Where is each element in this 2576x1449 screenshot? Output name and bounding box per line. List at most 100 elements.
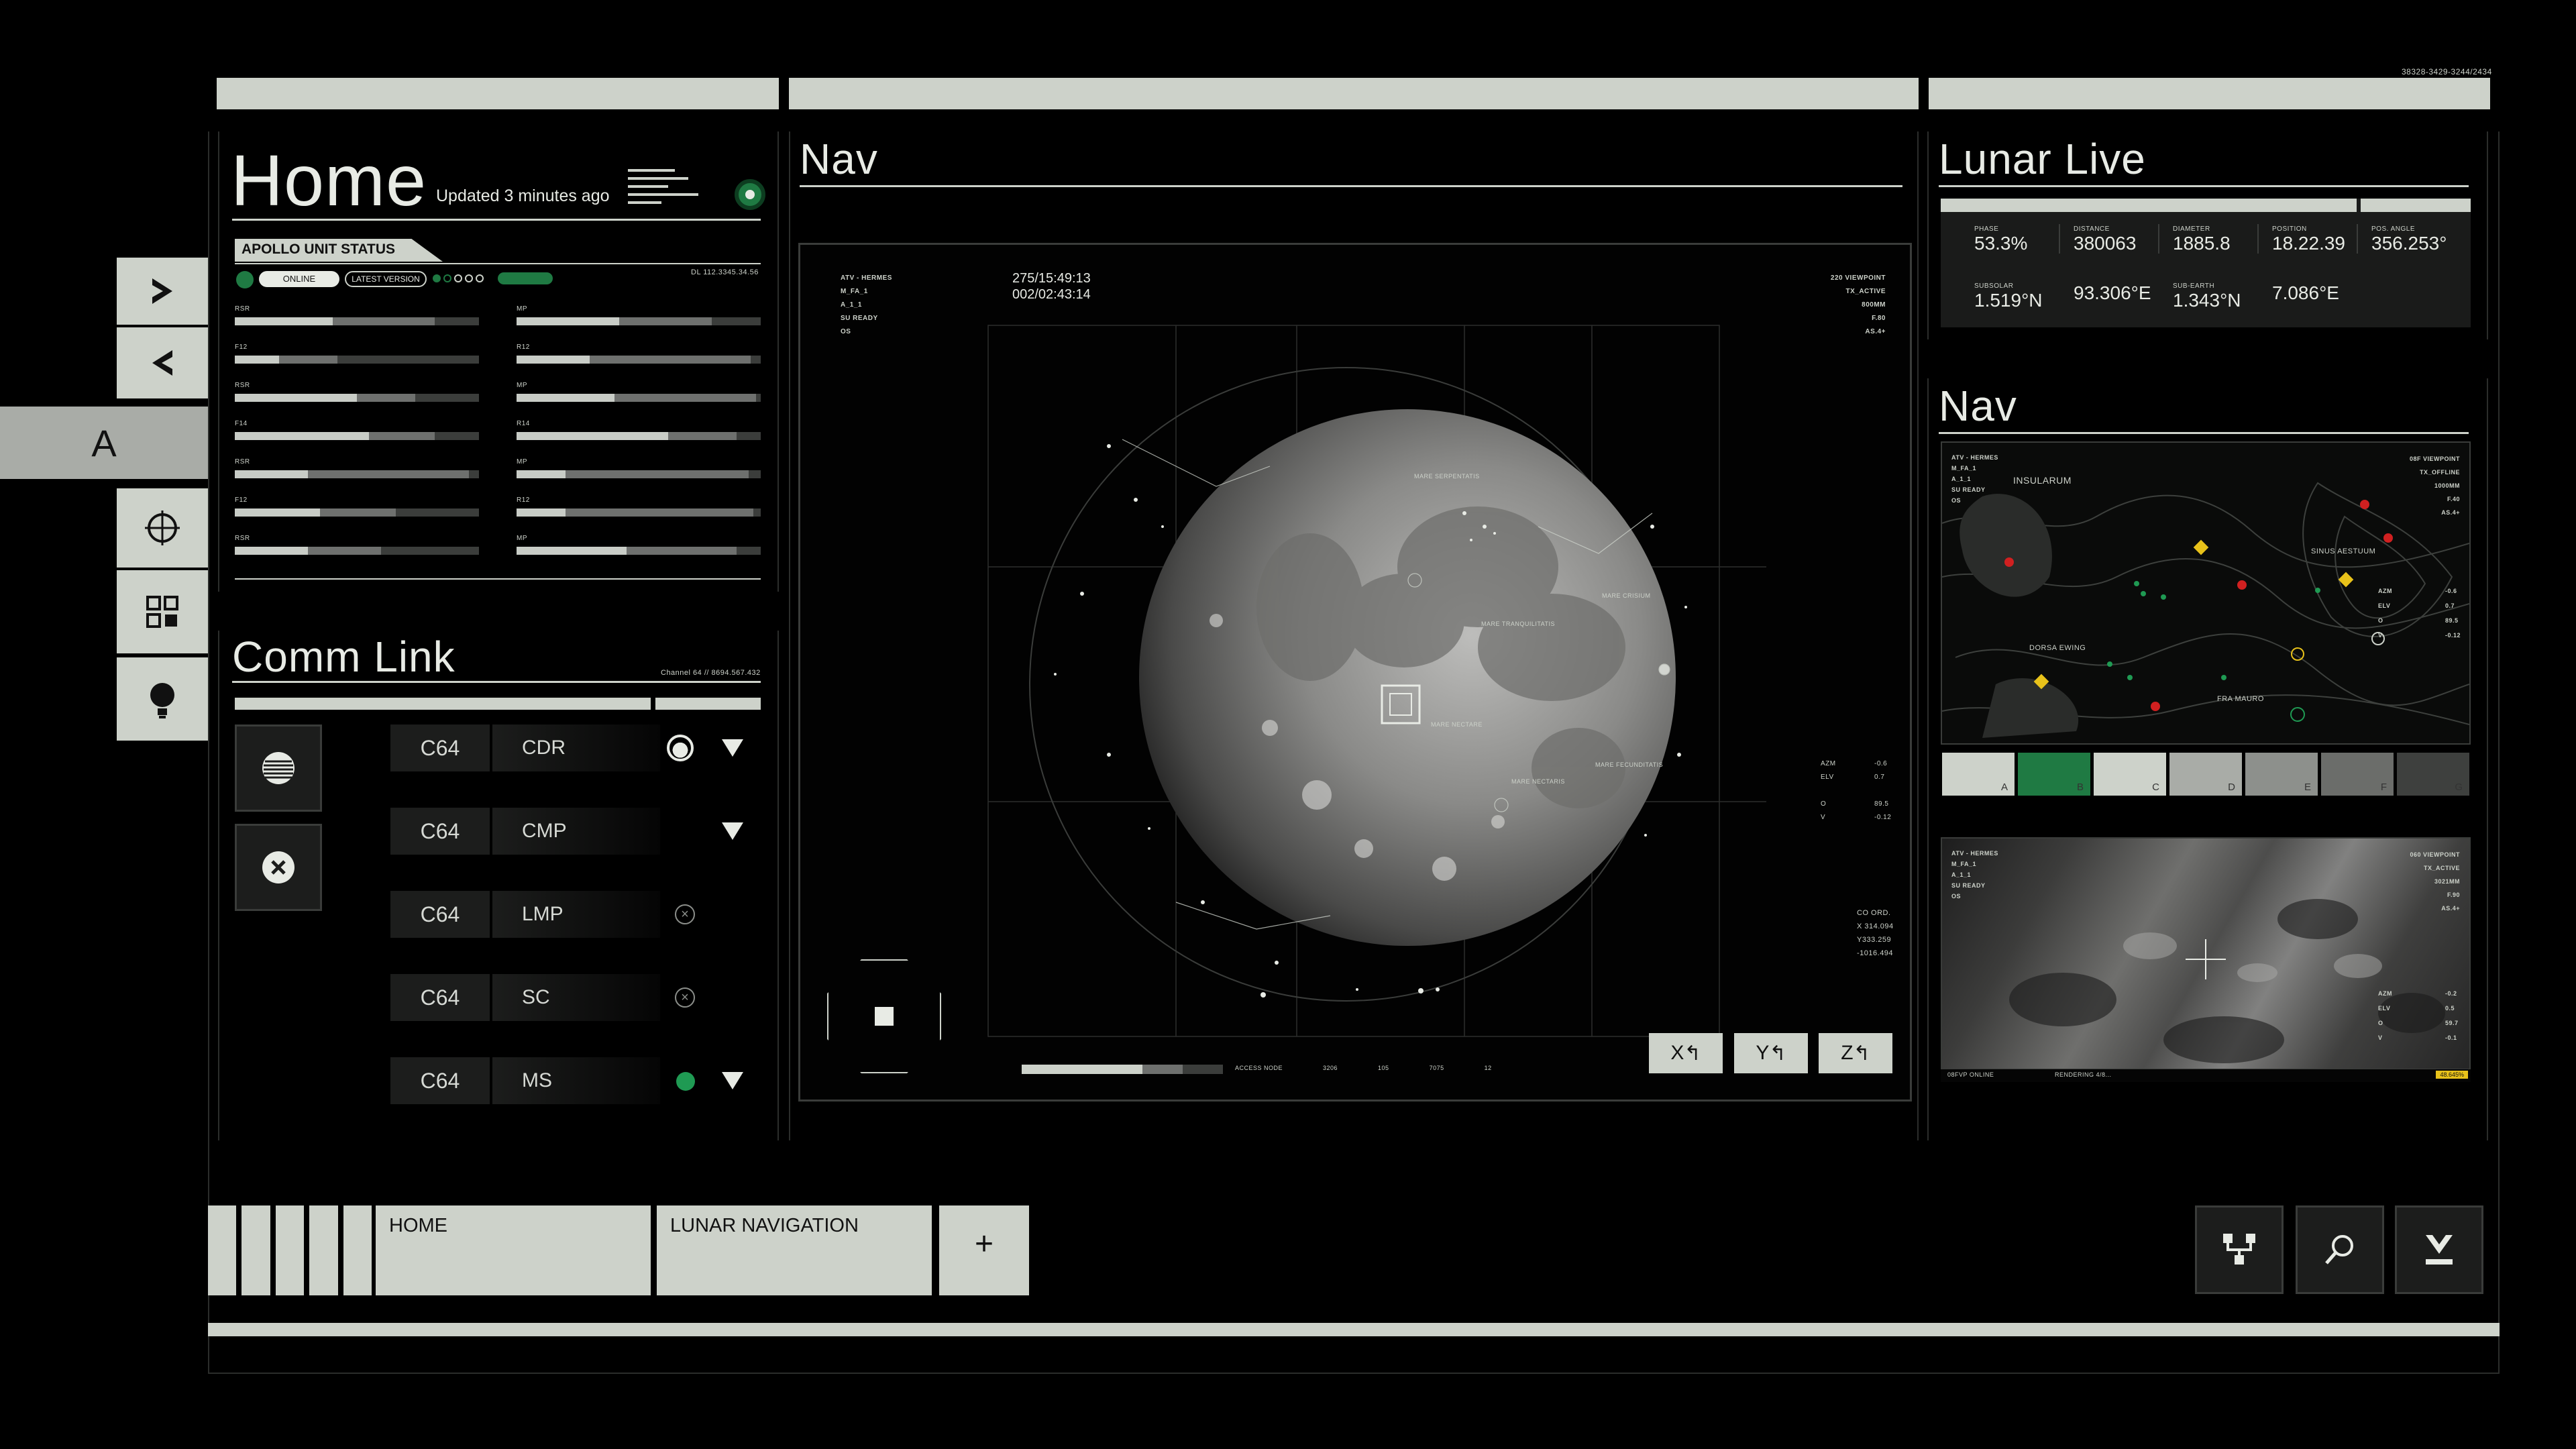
grid-button[interactable] xyxy=(117,570,208,653)
comm-role: SC xyxy=(492,974,660,1021)
status-bar-label: RSR xyxy=(235,535,250,542)
comm-title: Comm Link xyxy=(232,633,455,681)
light-button[interactable] xyxy=(117,657,208,741)
network-icon xyxy=(2223,1234,2255,1265)
chip-latest-text: LATEST VERSION xyxy=(352,274,420,284)
comm-row[interactable]: C64 CMP xyxy=(390,808,766,855)
azm-label: O xyxy=(1821,800,1827,808)
comm-row[interactable]: C64 CDR xyxy=(390,724,766,771)
camera-view[interactable]: ATV - HERMES M_FA_1 A_1_1 SU READY OS 06… xyxy=(1941,837,2471,1081)
camera-info-line: AS.4+ xyxy=(2441,905,2460,912)
moon-label: MARE NECTARE xyxy=(1431,721,1483,728)
sidebar-letter: A xyxy=(91,421,117,464)
color-swatch[interactable]: F xyxy=(2321,753,2394,796)
map-right-info: 08F VIEWPOINT TX_OFFLINE 1000MM F.40 AS.… xyxy=(2410,452,2460,519)
comm-row[interactable]: C64 SC × xyxy=(390,974,766,1021)
stat-value: 18.22.39 xyxy=(2272,233,2345,254)
comm-role: CMP xyxy=(492,808,660,855)
status-bar-segment xyxy=(626,547,737,555)
status-bar-label: R12 xyxy=(517,496,530,504)
search-button[interactable] xyxy=(2296,1205,2384,1294)
nav-small-rule xyxy=(1939,432,2469,434)
stop-button[interactable] xyxy=(827,959,941,1073)
tab-lunar-label: LUNAR NAVIGATION xyxy=(670,1215,859,1236)
bulb-icon xyxy=(150,683,174,718)
moon-graphic xyxy=(987,325,1766,1037)
stat-divider xyxy=(2257,224,2259,254)
target-button[interactable] xyxy=(117,488,208,568)
forward-button[interactable] xyxy=(117,258,208,325)
axis-x-button[interactable]: X ↰ xyxy=(1649,1033,1723,1073)
color-swatch[interactable]: G xyxy=(2397,753,2469,796)
dropdown-icon[interactable] xyxy=(722,739,743,757)
camera-left-info: ATV - HERMES M_FA_1 A_1_1 SU READY OS xyxy=(1951,848,1998,902)
comm-row[interactable]: C64 LMP × xyxy=(390,891,766,938)
add-tab-button[interactable]: + xyxy=(939,1205,1029,1295)
moon-label: MARE TRANQUILITATIS xyxy=(1481,621,1556,627)
lunar-stat: DIAMETER 1885.8 xyxy=(2173,225,2231,254)
azm-label: ELV xyxy=(1821,773,1834,781)
map-label: DORSA EWING xyxy=(2029,644,2086,652)
disconnected-icon[interactable]: × xyxy=(675,987,695,1008)
moon-label: MARE CRISIUM xyxy=(1602,592,1651,599)
status-bar-fill xyxy=(517,470,566,478)
download-button[interactable] xyxy=(2395,1205,2483,1294)
status-bar-fill xyxy=(235,547,309,555)
map-azm: AZM -0.6 ELV 0.7 O 89.5 V -0.12 xyxy=(2378,584,2461,643)
stat-value: 7.086°E xyxy=(2272,282,2339,303)
status-dots xyxy=(433,274,493,285)
azm-value: -0.1 xyxy=(2445,1034,2457,1041)
stat-value: 1.343°N xyxy=(2173,290,2241,311)
azm-value: -0.6 xyxy=(2445,588,2457,594)
azm-value: 0.7 xyxy=(2445,602,2455,609)
azm-label: AZM xyxy=(2378,588,2392,594)
comm-close-button[interactable] xyxy=(235,824,322,911)
status-bar-segment xyxy=(357,394,416,402)
map-info-line: AS.4+ xyxy=(2441,509,2460,516)
swatch-letter: D xyxy=(2228,782,2235,793)
color-swatch[interactable]: E xyxy=(2245,753,2318,796)
dropdown-icon[interactable] xyxy=(722,822,743,840)
network-button[interactable] xyxy=(2195,1205,2284,1294)
moon-label: MARE FECUNDITATIS xyxy=(1595,761,1664,768)
nav-small-map[interactable]: ATV - HERMES M_FA_1 A_1_1 SU READY OS 08… xyxy=(1941,441,2471,745)
sidebar-letter-tab[interactable]: A xyxy=(0,407,208,479)
access-value: 105 xyxy=(1378,1065,1389,1071)
status-bar xyxy=(235,508,479,517)
tab-home[interactable]: HOME xyxy=(376,1205,651,1295)
active-signal-icon[interactable] xyxy=(667,735,694,761)
status-triangle-icon xyxy=(236,271,254,288)
apollo-status-label: APOLLO UNIT STATUS xyxy=(235,239,443,262)
color-swatch[interactable]: B xyxy=(2018,753,2090,796)
download-icon xyxy=(2426,1235,2453,1265)
lunar-stats-bar-end xyxy=(2361,199,2471,212)
color-swatch[interactable]: D xyxy=(2169,753,2242,796)
color-swatch[interactable]: C xyxy=(2094,753,2166,796)
disconnected-icon[interactable]: × xyxy=(675,904,695,924)
color-swatch[interactable]: A xyxy=(1942,753,2015,796)
status-bar-label: F14 xyxy=(235,420,248,427)
comm-row[interactable]: C64 MS xyxy=(390,1057,766,1104)
crosshair-icon xyxy=(145,511,180,545)
status-bar-label: F12 xyxy=(235,343,248,351)
azm-value: -0.2 xyxy=(2445,990,2457,997)
nav-viewport[interactable]: ATV - HERMES M_FA_1 A_1_1 SU READY OS 27… xyxy=(798,243,1912,1102)
status-bar-fill xyxy=(517,432,668,440)
list-circle-icon xyxy=(262,752,294,784)
axis-y-button[interactable]: Y ↰ xyxy=(1734,1033,1808,1073)
status-bar-label: RSR xyxy=(235,382,250,389)
search-icon xyxy=(2325,1235,2353,1265)
status-bar-fill xyxy=(517,508,566,517)
status-bar xyxy=(517,508,761,517)
back-button[interactable] xyxy=(117,327,208,398)
comm-list-button[interactable] xyxy=(235,724,322,812)
comm-code: C64 xyxy=(390,974,490,1021)
dropdown-icon[interactable] xyxy=(722,1072,743,1089)
access-label: ACCESS NODE xyxy=(1235,1065,1283,1071)
tab-home-label: HOME xyxy=(389,1215,447,1236)
coord-line: Y333.259 xyxy=(1857,936,1892,944)
header-code: 38328-3429-3244/2434 xyxy=(2402,67,2492,76)
apollo-status-text: APOLLO UNIT STATUS xyxy=(241,241,396,257)
axis-z-button[interactable]: Z ↰ xyxy=(1819,1033,1892,1073)
tab-lunar-navigation[interactable]: LUNAR NAVIGATION xyxy=(657,1205,932,1295)
